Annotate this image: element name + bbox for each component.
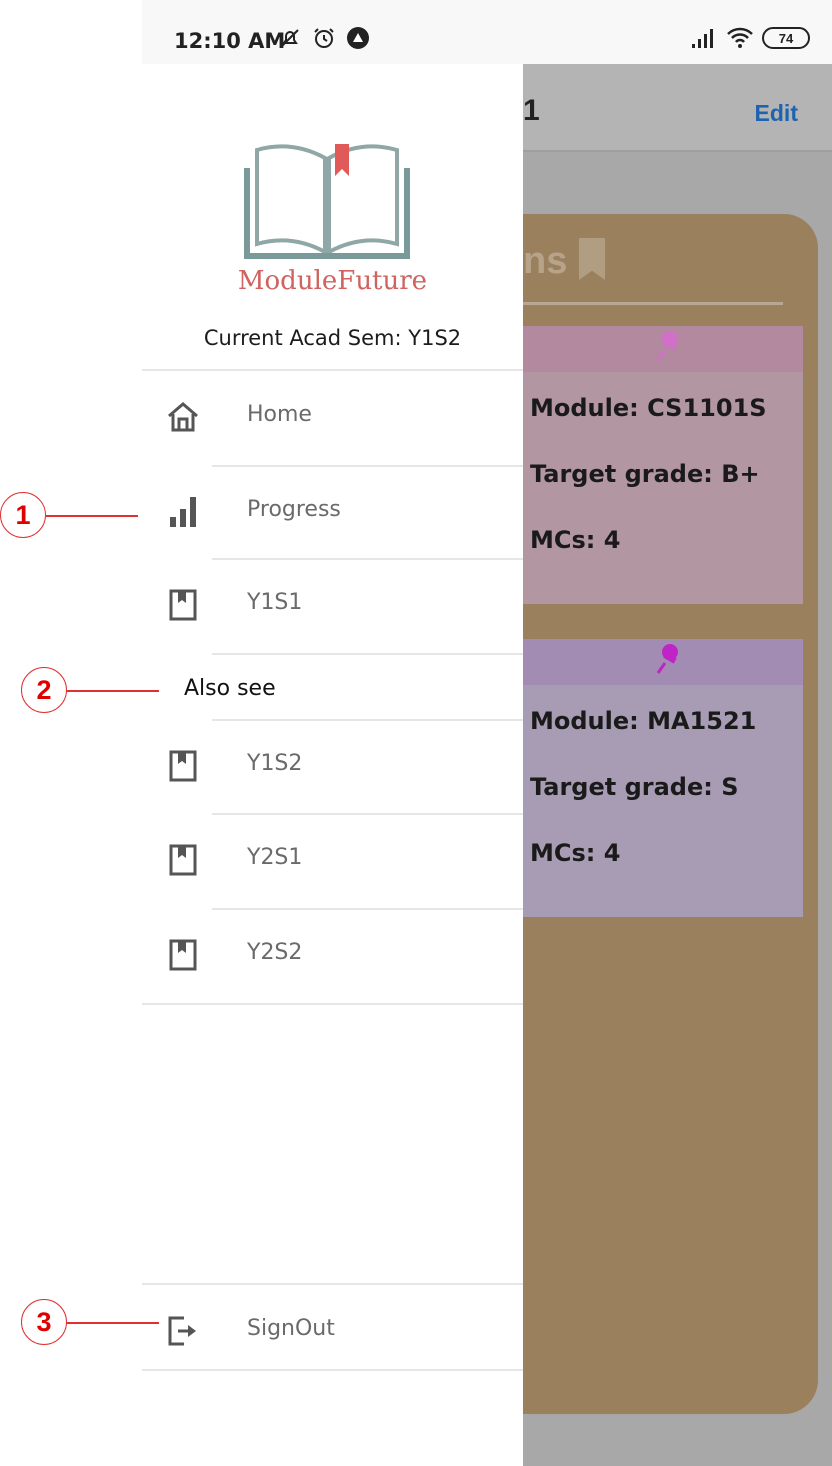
logout-icon bbox=[168, 1316, 196, 1346]
card-target-grade: Target grade: S bbox=[530, 773, 739, 801]
logo-text: ModuleFuture bbox=[237, 266, 428, 296]
status-bar: 12:10 AM 74 bbox=[142, 0, 832, 64]
drawer-item-y1s1[interactable]: Y1S1 bbox=[142, 558, 523, 648]
screen: 12:10 AM 74 1 Edit ns Module: CS1101S Ta… bbox=[0, 0, 832, 1466]
drawer-item-y2s1[interactable]: Y2S1 bbox=[142, 813, 523, 903]
bookmark-icon bbox=[169, 750, 197, 782]
silent-bell-icon bbox=[278, 26, 302, 50]
status-icons-right: 74 bbox=[690, 26, 810, 50]
bookmark-icon bbox=[169, 939, 197, 971]
card-mcs: MCs: 4 bbox=[530, 839, 621, 867]
bookmark-icon bbox=[579, 238, 605, 280]
module-card[interactable]: Module: MA1521 Target grade: S MCs: 4 bbox=[523, 639, 803, 917]
also-see-heading: Also see bbox=[184, 676, 276, 701]
module-card[interactable]: Module: CS1101S Target grade: B+ MCs: 4 bbox=[523, 326, 803, 604]
bookmark-icon bbox=[169, 844, 197, 876]
app-header: 1 Edit bbox=[523, 64, 832, 152]
card-module: Module: CS1101S bbox=[530, 394, 767, 422]
drawer-item-home[interactable]: Home bbox=[142, 370, 523, 460]
signout-button[interactable]: SignOut bbox=[142, 1284, 523, 1370]
drawer-item-y2s2[interactable]: Y2S2 bbox=[142, 908, 523, 998]
card-mcs: MCs: 4 bbox=[530, 526, 621, 554]
signal-icon bbox=[690, 26, 714, 50]
callout-3: 3 bbox=[21, 1299, 67, 1345]
board-divider bbox=[523, 302, 783, 305]
wifi-icon bbox=[726, 26, 753, 50]
divider bbox=[212, 653, 523, 655]
status-icons bbox=[278, 26, 370, 50]
drawer-item-label: Y2S2 bbox=[247, 940, 303, 965]
current-acad-sem: Current Acad Sem: Y1S2 bbox=[203, 326, 462, 350]
bar-chart-icon bbox=[170, 497, 196, 527]
card-header bbox=[523, 639, 803, 685]
divider bbox=[142, 1003, 523, 1005]
drawer-item-label: Y1S1 bbox=[247, 590, 303, 615]
home-icon bbox=[168, 402, 198, 432]
drawer-item-y1s2[interactable]: Y1S2 bbox=[142, 719, 523, 809]
app-title: 1 bbox=[523, 94, 540, 127]
pin-icon bbox=[656, 331, 678, 361]
callout-1: 1 bbox=[0, 492, 46, 538]
bookmark-icon bbox=[169, 589, 197, 621]
module-board: ns Module: CS1101S Target grade: B+ MCs:… bbox=[523, 214, 818, 1414]
callout-2: 2 bbox=[21, 667, 67, 713]
drawer-item-label: Y2S1 bbox=[247, 845, 303, 870]
signout-label: SignOut bbox=[247, 1316, 335, 1341]
callout-3-line bbox=[67, 1322, 159, 1324]
callout-1-line bbox=[46, 515, 138, 517]
background-app[interactable]: 1 Edit ns Module: CS1101S Target grade: … bbox=[523, 64, 832, 1466]
edit-button[interactable]: Edit bbox=[755, 100, 798, 127]
pin-icon bbox=[656, 644, 678, 674]
drawer-item-label: Progress bbox=[247, 497, 341, 522]
status-time: 12:10 AM bbox=[174, 29, 286, 53]
logo-book-icon bbox=[244, 144, 410, 259]
board-heading: ns bbox=[523, 240, 568, 282]
drawer-item-label: Y1S2 bbox=[247, 751, 303, 776]
card-target-grade: Target grade: B+ bbox=[530, 460, 760, 488]
battery-indicator: 74 bbox=[762, 27, 810, 49]
app-notification-icon bbox=[346, 26, 370, 50]
drawer-item-label: Home bbox=[247, 402, 312, 427]
navigation-drawer: ModuleFuture Current Acad Sem: Y1S2 Home… bbox=[142, 64, 523, 1466]
drawer-item-progress[interactable]: Progress bbox=[142, 465, 523, 555]
card-header bbox=[523, 326, 803, 372]
divider bbox=[142, 1369, 523, 1371]
alarm-icon bbox=[312, 26, 336, 50]
callout-2-line bbox=[67, 690, 159, 692]
card-module: Module: MA1521 bbox=[530, 707, 757, 735]
